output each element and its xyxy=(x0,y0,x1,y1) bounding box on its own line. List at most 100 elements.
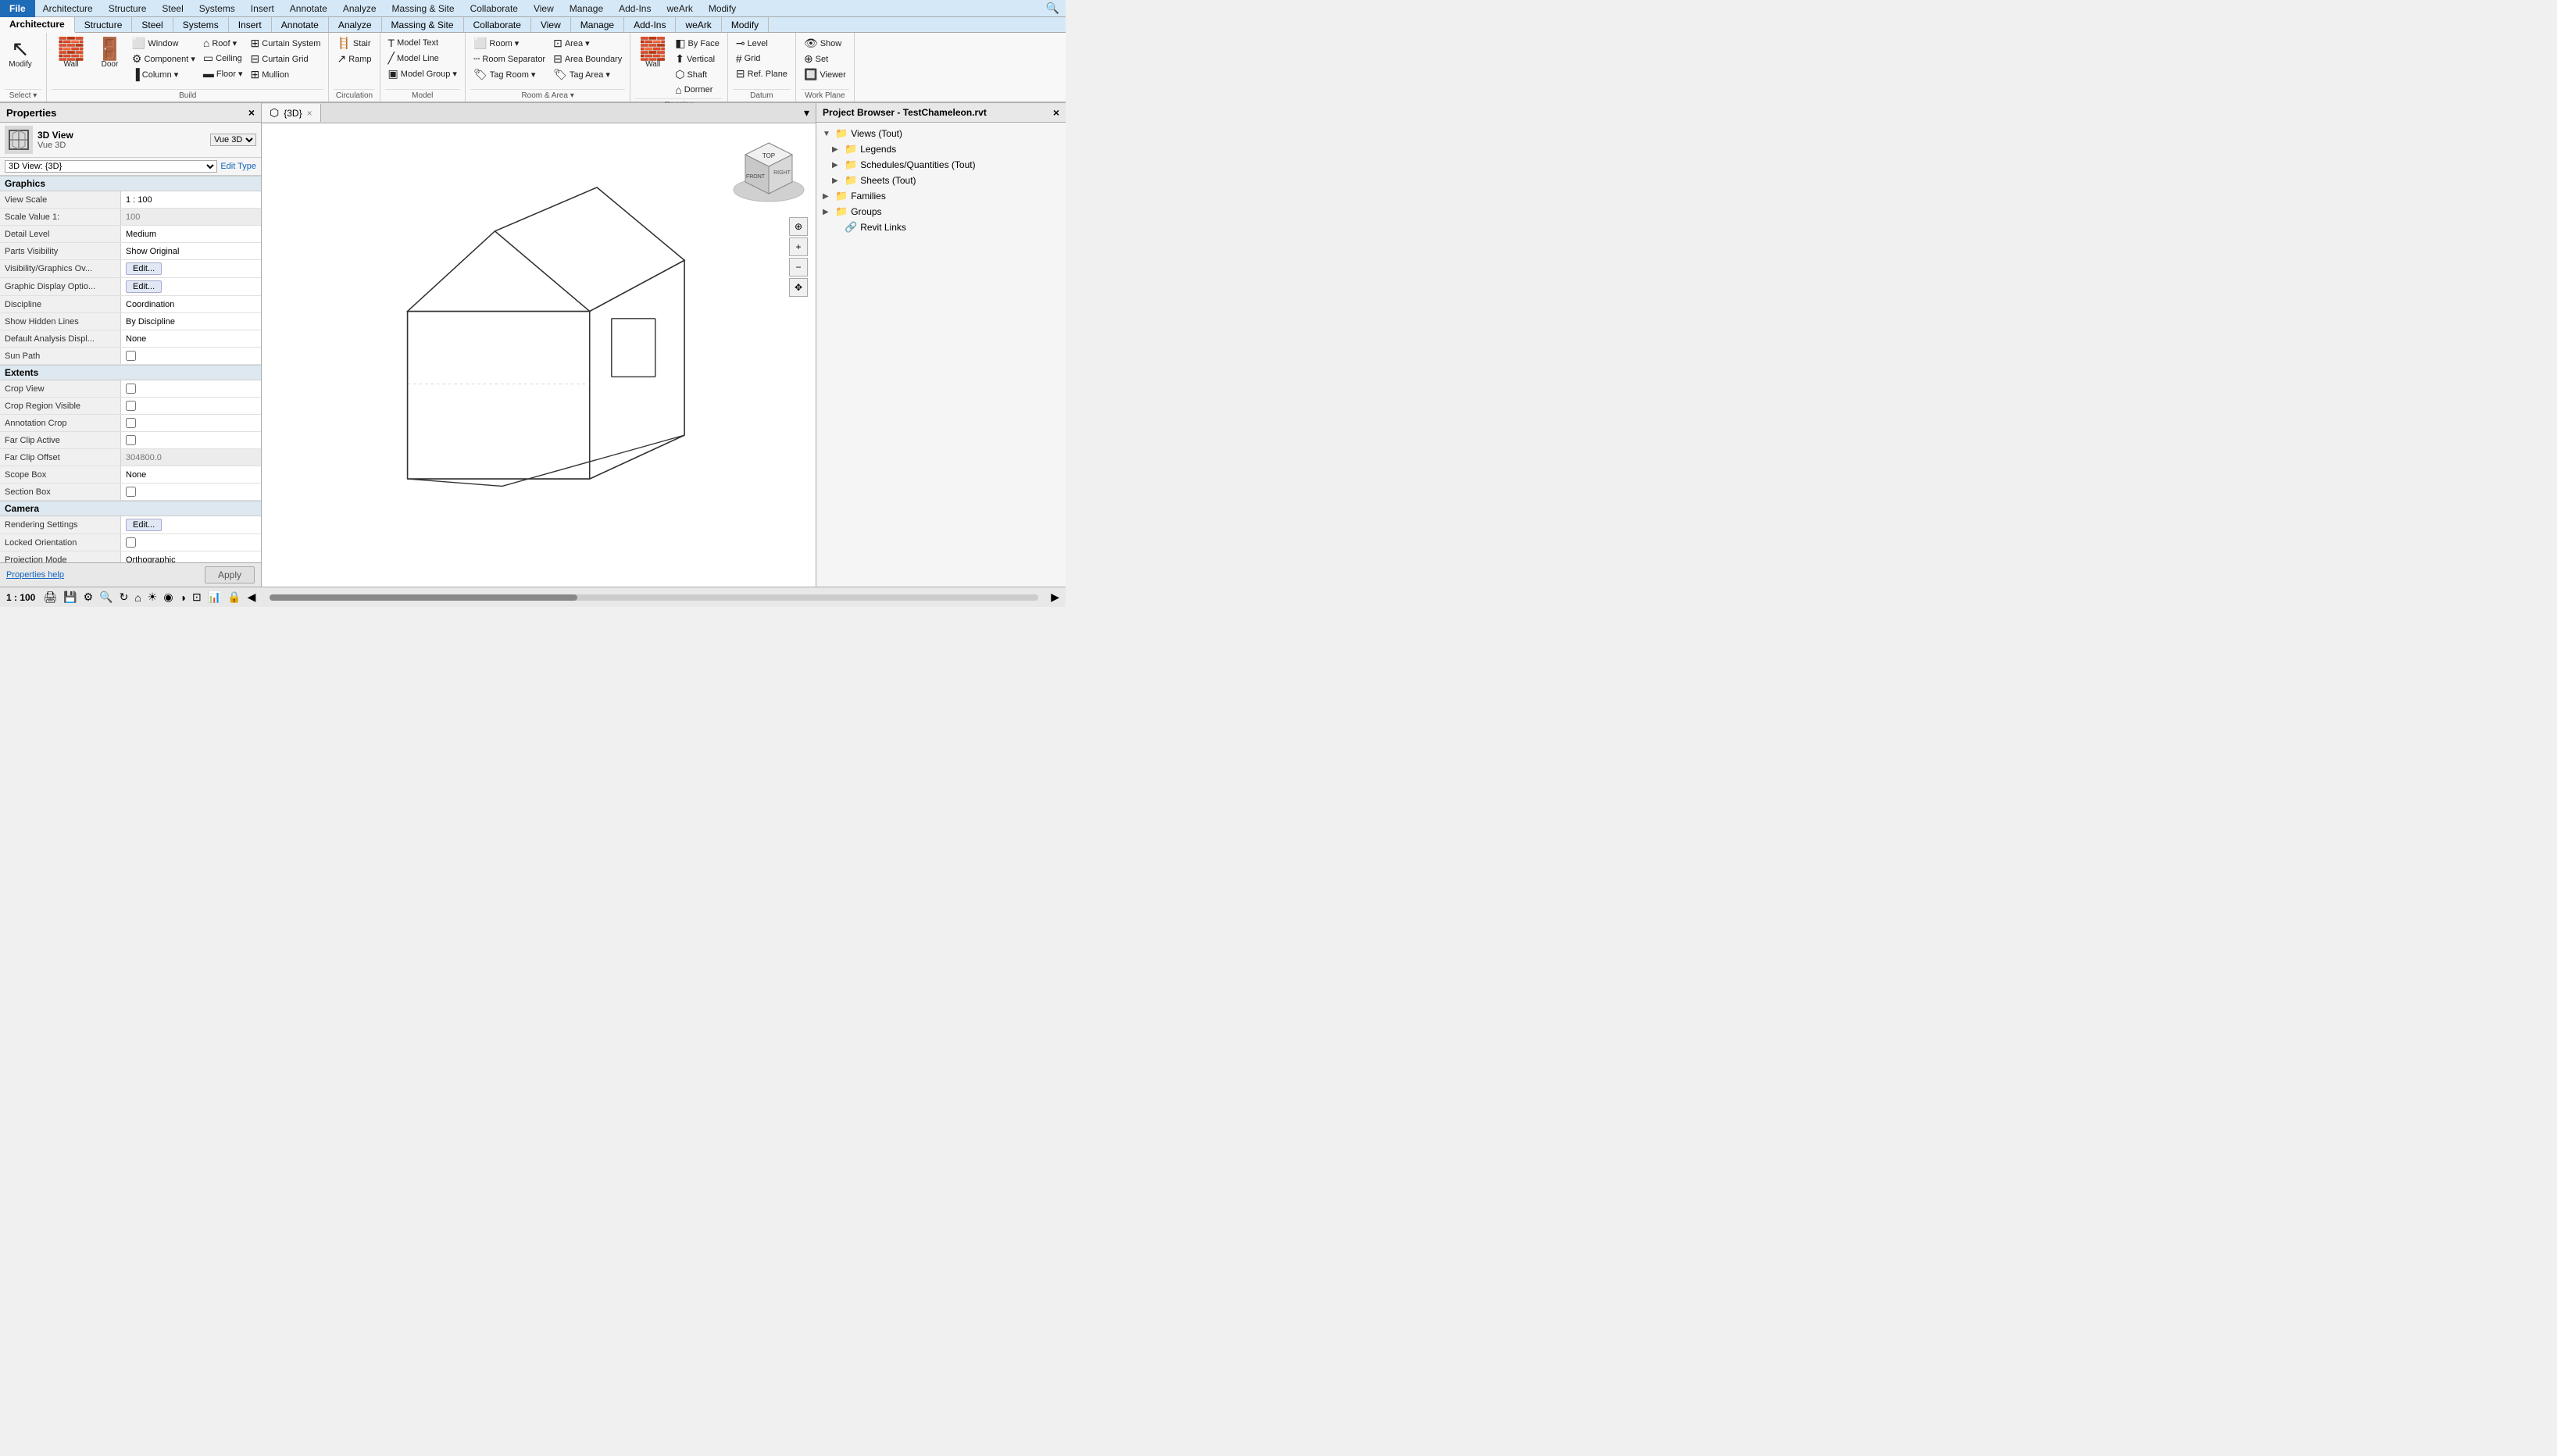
tab-addins[interactable]: Add-Ins xyxy=(624,17,676,32)
door-button[interactable]: 🚪 Door xyxy=(92,36,127,72)
tag-room-button[interactable]: 🏷 Tag Room ▾ xyxy=(470,67,548,82)
opening-wall-button[interactable]: 🧱 Wall xyxy=(635,36,670,72)
status-arrow-right[interactable]: ▶ xyxy=(1051,591,1059,604)
pb-revit-links[interactable]: 🔗 Revit Links xyxy=(820,219,1062,235)
zoom-in-button[interactable]: + xyxy=(789,237,808,256)
menu-steel[interactable]: Steel xyxy=(154,0,191,17)
mullion-button[interactable]: ⊞ Mullion xyxy=(248,67,324,82)
tab-weark[interactable]: weArk xyxy=(676,17,721,32)
dormer-button[interactable]: ⌂ Dormer xyxy=(672,83,723,97)
ceiling-button[interactable]: ▭ Ceiling xyxy=(200,51,246,66)
by-face-button[interactable]: ◧ By Face xyxy=(672,36,723,51)
search-icon[interactable]: 🔍 xyxy=(1040,2,1066,15)
tab-manage[interactable]: Manage xyxy=(571,17,624,32)
status-crop-icon[interactable]: ⊡ xyxy=(191,591,203,604)
pb-legends[interactable]: ▶ 📁 Legends xyxy=(820,141,1062,157)
level-button[interactable]: ⊸ Level xyxy=(733,36,791,51)
model-line-button[interactable]: ╱ Model Line xyxy=(385,51,460,66)
tab-annotate[interactable]: Annotate xyxy=(272,17,329,32)
close-pb-button[interactable]: × xyxy=(1053,106,1059,119)
pan-button[interactable]: ✥ xyxy=(789,278,808,297)
stair-button[interactable]: 🪜 Stair xyxy=(334,36,374,51)
tab-massing[interactable]: Massing & Site xyxy=(382,17,464,32)
scope-box-value[interactable]: None xyxy=(121,466,261,483)
grid-button[interactable]: # Grid xyxy=(733,52,791,66)
tab-collaborate[interactable]: Collaborate xyxy=(464,17,531,32)
model-text-button[interactable]: T Model Text xyxy=(385,36,460,50)
close-properties-button[interactable]: × xyxy=(248,106,255,119)
menu-view[interactable]: View xyxy=(526,0,562,17)
menu-collaborate[interactable]: Collaborate xyxy=(462,0,526,17)
parts-vis-value[interactable]: Show Original xyxy=(121,243,261,259)
rendering-settings-edit-btn[interactable]: Edit... xyxy=(126,519,162,531)
far-clip-active-checkbox[interactable] xyxy=(126,435,136,445)
window-button[interactable]: ⬜ Window xyxy=(129,36,198,51)
menu-modify[interactable]: Modify xyxy=(701,0,744,17)
menu-insert[interactable]: Insert xyxy=(243,0,282,17)
nav-cube[interactable]: TOP RIGHT FRONT xyxy=(730,131,808,209)
component-button[interactable]: ⚙ Component ▾ xyxy=(129,52,198,66)
status-analysis-icon[interactable]: 📊 xyxy=(206,591,223,604)
properties-help-link[interactable]: Properties help xyxy=(6,570,64,580)
detail-level-value[interactable]: Medium xyxy=(121,226,261,242)
crop-view-checkbox[interactable] xyxy=(126,384,136,394)
annotation-crop-value[interactable] xyxy=(121,415,261,431)
viewport-canvas[interactable]: TOP RIGHT FRONT ⊕ + − ✥ xyxy=(262,123,816,587)
area-button[interactable]: ⊡ Area ▾ xyxy=(550,36,625,51)
tab-architecture[interactable]: Architecture xyxy=(0,17,75,33)
edit-type-link[interactable]: Edit Type xyxy=(220,162,256,171)
ramp-button[interactable]: ↗ Ramp xyxy=(334,52,374,66)
tab-modify[interactable]: Modify xyxy=(722,17,769,32)
analysis-disp-value[interactable]: None xyxy=(121,330,261,347)
viewport-menu-icon[interactable]: ▾ xyxy=(801,106,812,120)
status-more-icon[interactable]: ◀ xyxy=(246,591,258,604)
zoom-all-button[interactable]: ⊕ xyxy=(789,217,808,236)
menu-massing[interactable]: Massing & Site xyxy=(384,0,462,17)
annotation-crop-checkbox[interactable] xyxy=(126,418,136,428)
status-save-icon[interactable]: 💾 xyxy=(62,591,78,604)
file-menu[interactable]: File xyxy=(0,0,35,17)
view-scale-value[interactable]: 1 : 100 xyxy=(121,191,261,208)
status-zoom-icon[interactable]: 🔍 xyxy=(98,591,114,604)
status-rotate-icon[interactable]: ↻ xyxy=(118,591,130,604)
room-button[interactable]: ⬜ Room ▾ xyxy=(470,36,548,51)
area-boundary-button[interactable]: ⊟ Area Boundary xyxy=(550,52,625,66)
tab-steel[interactable]: Steel xyxy=(132,17,173,32)
tab-structure[interactable]: Structure xyxy=(75,17,133,32)
close-tab-3d[interactable]: × xyxy=(307,108,312,119)
status-lock-icon[interactable]: 🔒 xyxy=(226,591,242,604)
viewer-button[interactable]: 🔲 Viewer xyxy=(801,67,849,82)
tag-area-button[interactable]: 🏷 Tag Area ▾ xyxy=(550,67,625,82)
show-button[interactable]: 👁 Show xyxy=(801,36,849,51)
pb-sheets[interactable]: ▶ 📁 Sheets (Tout) xyxy=(820,173,1062,188)
section-box-value[interactable] xyxy=(121,484,261,500)
menu-analyze[interactable]: Analyze xyxy=(335,0,384,17)
sun-path-checkbox[interactable] xyxy=(126,351,136,361)
menu-structure[interactable]: Structure xyxy=(101,0,155,17)
menu-annotate[interactable]: Annotate xyxy=(282,0,335,17)
curtain-system-button[interactable]: ⊞ Curtain System xyxy=(248,36,324,51)
locked-orientation-checkbox[interactable] xyxy=(126,537,136,548)
set-button[interactable]: ⊕ Set xyxy=(801,52,849,66)
status-render-icon[interactable]: ◉ xyxy=(162,591,174,604)
menu-systems[interactable]: Systems xyxy=(191,0,243,17)
column-button[interactable]: ▐ Column ▾ xyxy=(129,67,198,81)
type-dropdown[interactable]: Vue 3D xyxy=(210,134,256,146)
pb-schedules[interactable]: ▶ 📁 Schedules/Quantities (Tout) xyxy=(820,157,1062,173)
crop-region-checkbox[interactable] xyxy=(126,401,136,411)
modify-button[interactable]: ↖ Modify xyxy=(5,36,36,72)
pb-views[interactable]: ▼ 📁 Views (Tout) xyxy=(820,126,1062,141)
far-clip-active-value[interactable] xyxy=(121,432,261,448)
menu-manage[interactable]: Manage xyxy=(562,0,611,17)
vertical-button[interactable]: ⬆ Vertical xyxy=(672,52,723,66)
vis-graphics-edit-btn[interactable]: Edit... xyxy=(126,262,162,275)
crop-view-value[interactable] xyxy=(121,380,261,397)
apply-button[interactable]: Apply xyxy=(205,566,255,583)
shaft-button[interactable]: ⬡ Shaft xyxy=(672,67,723,82)
model-group-button[interactable]: ▣ Model Group ▾ xyxy=(385,66,460,81)
status-settings-icon[interactable]: ⚙ xyxy=(82,591,95,604)
graphic-display-edit-btn[interactable]: Edit... xyxy=(126,280,162,293)
status-shadows-icon[interactable]: ◑ xyxy=(178,591,187,604)
locked-orientation-value[interactable] xyxy=(121,534,261,551)
status-home-icon[interactable]: ⌂ xyxy=(133,591,142,604)
